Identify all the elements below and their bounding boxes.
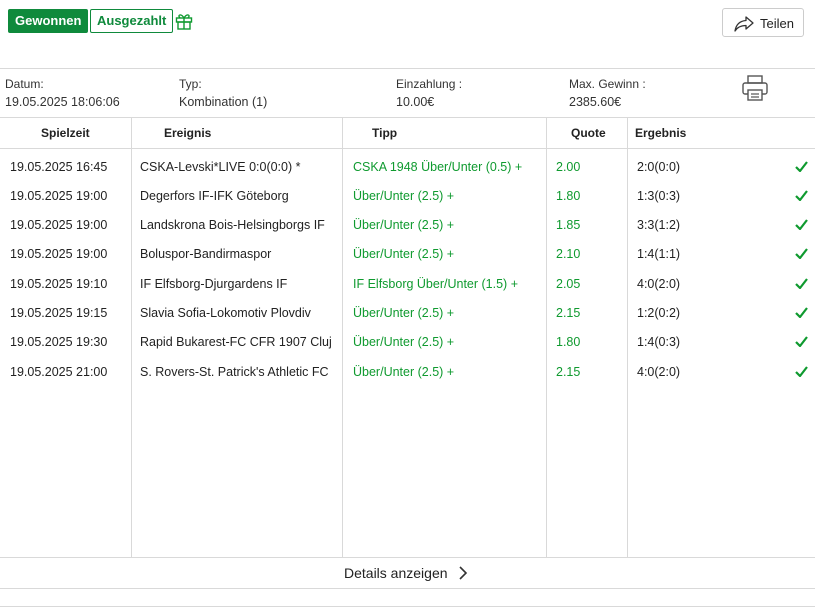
cell-result: 4:0(2:0) bbox=[637, 365, 681, 379]
table-row[interactable]: 19.05.2025 19:30 Rapid Bukarest-FC CFR 1… bbox=[0, 327, 815, 356]
cell-odds: 2.00 bbox=[556, 160, 581, 174]
header-odds: Quote bbox=[571, 126, 606, 140]
date-value: 19.05.2025 18:06:06 bbox=[5, 95, 120, 109]
table-header: Spielzeit Ereignis Tipp Quote Ergebnis bbox=[0, 118, 815, 149]
checkmark-icon bbox=[795, 161, 808, 172]
cell-tip: CSKA 1948 Über/Unter (0.5) + bbox=[353, 160, 523, 174]
info-stake: Einzahlung : 10.00€ bbox=[396, 77, 462, 111]
cell-tip: Über/Unter (2.5) + bbox=[353, 189, 455, 203]
cell-result: 2:0(0:0) bbox=[637, 160, 681, 174]
checkmark-icon bbox=[795, 307, 808, 318]
details-label: Details anzeigen bbox=[344, 565, 448, 581]
cell-tip: Über/Unter (2.5) + bbox=[353, 247, 455, 261]
stake-value: 10.00€ bbox=[396, 95, 435, 109]
checkmark-icon bbox=[795, 248, 808, 259]
stake-label: Einzahlung : bbox=[396, 77, 463, 91]
cell-tip: Über/Unter (2.5) + bbox=[353, 365, 455, 379]
type-value: Kombination (1) bbox=[179, 95, 268, 109]
cell-result: 3:3(1:2) bbox=[637, 218, 681, 232]
checkmark-icon bbox=[795, 366, 808, 377]
cell-time: 19.05.2025 19:10 bbox=[10, 277, 108, 291]
cell-odds: 2.15 bbox=[556, 365, 581, 379]
details-toggle[interactable]: Details anzeigen bbox=[0, 557, 815, 589]
cell-tip: Über/Unter (2.5) + bbox=[353, 306, 455, 320]
cell-tip: Über/Unter (2.5) + bbox=[353, 335, 455, 349]
ticket-info: Datum: 19.05.2025 18:06:06 Typ: Kombinat… bbox=[0, 69, 815, 118]
cell-result: 4:0(2:0) bbox=[637, 277, 681, 291]
maxwin-value: 2385.60€ bbox=[569, 95, 622, 109]
cell-event: Rapid Bukarest-FC CFR 1907 Cluj bbox=[140, 335, 332, 349]
cell-time: 19.05.2025 16:45 bbox=[10, 160, 108, 174]
type-label: Typ: bbox=[179, 77, 202, 91]
table-row[interactable]: 19.05.2025 19:00 Boluspor-Bandirmaspor Ü… bbox=[0, 239, 815, 268]
info-date: Datum: 19.05.2025 18:06:06 bbox=[5, 77, 120, 111]
cell-result: 1:3(0:3) bbox=[637, 189, 681, 203]
ticket-header: Gewonnen Ausgezahlt Teilen bbox=[0, 0, 815, 69]
table-row[interactable]: 19.05.2025 19:00 Landskrona Bois-Helsing… bbox=[0, 210, 815, 239]
checkmark-icon bbox=[795, 336, 808, 347]
cell-event: Slavia Sofia-Lokomotiv Plovdiv bbox=[140, 306, 311, 320]
cell-odds: 2.10 bbox=[556, 247, 581, 261]
share-button-label: Teilen bbox=[760, 16, 794, 31]
cell-odds: 2.15 bbox=[556, 306, 581, 320]
table-row[interactable]: 19.05.2025 19:00 Degerfors IF-IFK Götebo… bbox=[0, 181, 815, 210]
table-row[interactable]: 19.05.2025 21:00 S. Rovers-St. Patrick's… bbox=[0, 357, 815, 386]
maxwin-label: Max. Gewinn : bbox=[569, 77, 646, 91]
cell-odds: 1.85 bbox=[556, 218, 581, 232]
status-badge-won: Gewonnen bbox=[8, 9, 89, 33]
share-button[interactable]: Teilen bbox=[722, 8, 804, 37]
chevron-right-icon bbox=[459, 566, 468, 580]
table-row[interactable]: 19.05.2025 16:45 CSKA-Levski*LIVE 0:0(0:… bbox=[0, 152, 815, 181]
cell-time: 19.05.2025 19:00 bbox=[10, 247, 108, 261]
info-maxwin: Max. Gewinn : 2385.60€ bbox=[569, 77, 646, 111]
status-badge-paid: Ausgezahlt bbox=[90, 9, 174, 33]
cell-odds: 2.05 bbox=[556, 277, 581, 291]
cell-odds: 1.80 bbox=[556, 335, 581, 349]
cell-event: IF Elfsborg-Djurgardens IF bbox=[140, 277, 288, 291]
cell-event: S. Rovers-St. Patrick's Athletic FC bbox=[140, 365, 329, 379]
cell-odds: 1.80 bbox=[556, 189, 581, 203]
table-row[interactable]: 19.05.2025 19:10 IF Elfsborg-Djurgardens… bbox=[0, 269, 815, 298]
cell-tip: Über/Unter (2.5) + bbox=[353, 218, 455, 232]
cell-result: 1:4(0:3) bbox=[637, 335, 681, 349]
gift-icon[interactable] bbox=[174, 11, 194, 31]
cell-result: 1:2(0:2) bbox=[637, 306, 681, 320]
share-arrow-icon bbox=[734, 16, 754, 32]
cell-tip: IF Elfsborg Über/Unter (1.5) + bbox=[353, 277, 518, 291]
cell-time: 19.05.2025 21:00 bbox=[10, 365, 108, 379]
date-label: Datum: bbox=[5, 77, 44, 91]
cell-time: 19.05.2025 19:30 bbox=[10, 335, 108, 349]
info-type: Typ: Kombination (1) bbox=[179, 77, 267, 111]
printer-icon[interactable] bbox=[741, 74, 769, 102]
cell-event: Degerfors IF-IFK Göteborg bbox=[140, 189, 289, 203]
cell-event: Landskrona Bois-Helsingborgs IF bbox=[140, 218, 325, 232]
header-tip: Tipp bbox=[372, 126, 398, 140]
divider bbox=[0, 606, 815, 607]
header-result: Ergebnis bbox=[635, 126, 687, 140]
cell-time: 19.05.2025 19:00 bbox=[10, 218, 108, 232]
table-row[interactable]: 19.05.2025 19:15 Slavia Sofia-Lokomotiv … bbox=[0, 298, 815, 327]
checkmark-icon bbox=[795, 278, 808, 289]
header-event: Ereignis bbox=[164, 126, 212, 140]
header-time: Spielzeit bbox=[41, 126, 90, 140]
cell-event: CSKA-Levski*LIVE 0:0(0:0) * bbox=[140, 160, 301, 174]
checkmark-icon bbox=[795, 219, 808, 230]
cell-result: 1:4(1:1) bbox=[637, 247, 681, 261]
checkmark-icon bbox=[795, 190, 808, 201]
cell-event: Boluspor-Bandirmaspor bbox=[140, 247, 272, 261]
cell-time: 19.05.2025 19:00 bbox=[10, 189, 108, 203]
bets-table: Spielzeit Ereignis Tipp Quote Ergebnis 1… bbox=[0, 118, 815, 558]
cell-time: 19.05.2025 19:15 bbox=[10, 306, 108, 320]
